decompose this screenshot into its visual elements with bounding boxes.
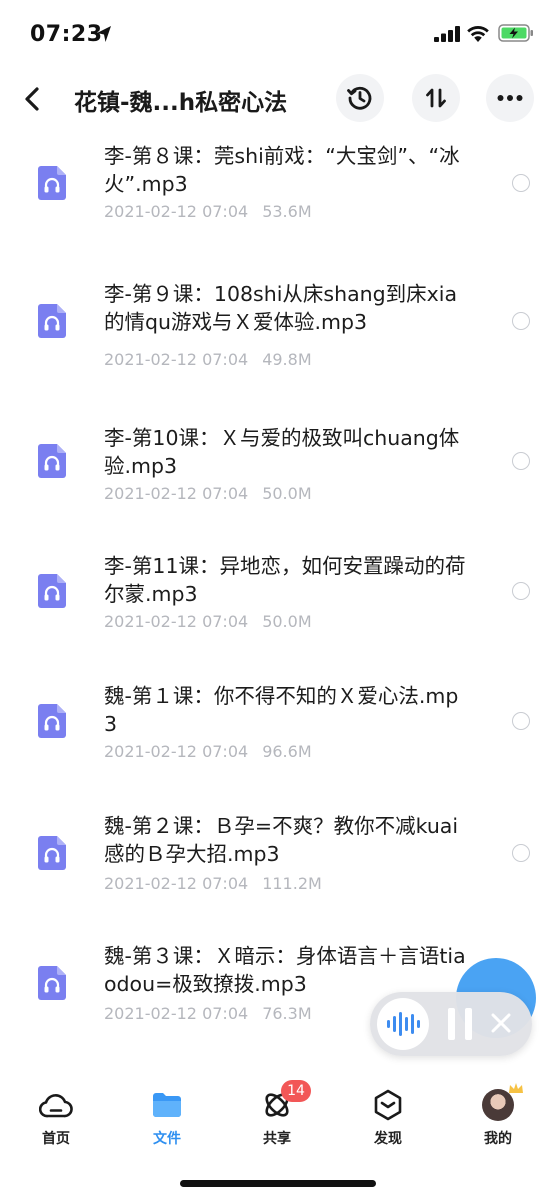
file-meta: 2021-02-12 07:04 76.3M: [104, 1004, 312, 1023]
select-radio[interactable]: [512, 844, 530, 862]
file-meta: 2021-02-12 07:04 50.0M: [104, 484, 312, 503]
mini-audio-player: [370, 992, 532, 1056]
audio-file-icon: [38, 704, 66, 738]
folder-title: 花镇-魏...h私密心法: [74, 90, 288, 116]
tab-discover[interactable]: 发现: [348, 1082, 428, 1152]
audio-file-icon: [38, 836, 66, 870]
home-indicator: [180, 1180, 376, 1187]
select-radio[interactable]: [512, 452, 530, 470]
file-size: 111.2M: [262, 874, 322, 893]
discover-cube-icon: [371, 1088, 405, 1122]
history-button[interactable]: [336, 74, 384, 122]
tab-label: 发现: [374, 1131, 402, 1147]
file-name: 李-第10课：Ｘ与爱的极致叫chuang体验.mp3: [104, 426, 460, 478]
battery-charging-icon: [498, 24, 533, 42]
tab-profile[interactable]: 我的: [458, 1082, 538, 1152]
sort-button[interactable]: [412, 74, 460, 122]
select-radio[interactable]: [512, 582, 530, 600]
folder-icon: [150, 1088, 184, 1122]
more-button[interactable]: [486, 74, 534, 122]
file-date: 2021-02-12 07:04: [104, 202, 249, 221]
file-date: 2021-02-12 07:04: [104, 612, 249, 631]
file-row[interactable]: 李-第９课：108shi从床shang到床xia的情qu游戏与Ｘ爱体验.mp3 …: [0, 280, 554, 410]
history-clock-icon: [347, 86, 372, 110]
tab-label: 共享: [263, 1131, 291, 1147]
file-size: 53.6M: [262, 202, 312, 221]
location-arrow-icon: [97, 26, 111, 42]
crown-icon: [509, 1083, 523, 1093]
audio-file-icon: [38, 166, 66, 200]
file-row[interactable]: 魏-第２课：Ｂ孕=不爽？教你不减kuai感的Ｂ孕大招.mp3 2021-02-1…: [0, 812, 554, 942]
file-meta: 2021-02-12 07:04 53.6M: [104, 202, 312, 221]
file-meta: 2021-02-12 07:04 96.6M: [104, 742, 312, 761]
file-size: 96.6M: [262, 742, 312, 761]
file-date: 2021-02-12 07:04: [104, 484, 249, 503]
audio-file-icon: [38, 574, 66, 608]
tab-share[interactable]: 14 共享: [237, 1080, 317, 1152]
screen: 07:23 花镇-魏...h私密心法 李-第８课：莞shi前戏：“大宝剑”、“冰…: [0, 0, 554, 1200]
file-date: 2021-02-12 07:04: [104, 1004, 249, 1023]
cellular-signal-icon: [434, 26, 460, 42]
file-row[interactable]: 李-第８课：莞shi前戏：“大宝剑”、“冰火”.mp3 2021-02-12 0…: [0, 138, 554, 268]
file-meta: 2021-02-12 07:04 111.2M: [104, 874, 322, 893]
audio-file-icon: [38, 304, 66, 338]
tab-bar: 首页 文件 14 共享 发现 我的: [0, 1074, 554, 1170]
file-meta: 2021-02-12 07:04 49.8M: [104, 350, 312, 369]
tab-label: 文件: [153, 1131, 181, 1147]
file-name: 李-第９课：108shi从床shang到床xia的情qu游戏与Ｘ爱体验.mp3: [104, 282, 458, 334]
tab-home[interactable]: 首页: [16, 1082, 96, 1152]
select-radio[interactable]: [512, 712, 530, 730]
close-icon[interactable]: [488, 1010, 514, 1036]
back-arrow-icon[interactable]: [18, 82, 48, 116]
file-size: 50.0M: [262, 484, 312, 503]
file-size: 76.3M: [262, 1004, 312, 1023]
tab-files[interactable]: 文件: [127, 1082, 207, 1152]
nav-bar: 花镇-魏...h私密心法: [0, 66, 554, 132]
file-name: 李-第11课：异地恋，如何安置躁动的荷尔蒙.mp3: [104, 554, 466, 606]
file-name: 魏-第２课：Ｂ孕=不爽？教你不减kuai感的Ｂ孕大招.mp3: [104, 814, 459, 866]
file-name: 李-第８课：莞shi前戏：“大宝剑”、“冰火”.mp3: [104, 144, 460, 196]
file-size: 49.8M: [262, 350, 312, 369]
file-row[interactable]: 李-第11课：异地恋，如何安置躁动的荷尔蒙.mp3 2021-02-12 07:…: [0, 552, 554, 682]
file-name: 魏-第１课：你不得不知的Ｘ爱心法.mp3: [104, 684, 459, 736]
more-dots-icon: [497, 95, 523, 101]
file-date: 2021-02-12 07:04: [104, 350, 249, 369]
audio-file-icon: [38, 444, 66, 478]
file-row[interactable]: 李-第10课：Ｘ与爱的极致叫chuang体验.mp3 2021-02-12 07…: [0, 422, 554, 552]
select-radio[interactable]: [512, 312, 530, 330]
file-name: 魏-第３课：Ｘ暗示：身体语言＋言语tiaodou=极致撩拨.mp3: [104, 944, 466, 996]
notification-badge: 14: [281, 1080, 311, 1102]
status-bar: 07:23: [0, 0, 554, 66]
sort-arrows-icon: [426, 88, 446, 108]
file-date: 2021-02-12 07:04: [104, 874, 249, 893]
tab-label: 我的: [484, 1131, 512, 1147]
pause-icon[interactable]: [448, 1008, 474, 1040]
wifi-icon: [467, 26, 489, 42]
status-time: 07:23: [30, 22, 103, 47]
file-list: 李-第８课：莞shi前戏：“大宝剑”、“冰火”.mp3 2021-02-12 0…: [0, 132, 554, 1062]
audio-wave-icon: [387, 1012, 420, 1036]
file-meta: 2021-02-12 07:04 50.0M: [104, 612, 312, 631]
file-size: 50.0M: [262, 612, 312, 631]
select-radio[interactable]: [512, 174, 530, 192]
file-date: 2021-02-12 07:04: [104, 742, 249, 761]
audio-wave-button[interactable]: [377, 998, 429, 1050]
cloud-home-icon: [39, 1088, 73, 1122]
audio-file-icon: [38, 966, 66, 1000]
file-row[interactable]: 魏-第１课：你不得不知的Ｘ爱心法.mp3 2021-02-12 07:04 96.…: [0, 682, 554, 812]
tab-label: 首页: [42, 1131, 70, 1147]
